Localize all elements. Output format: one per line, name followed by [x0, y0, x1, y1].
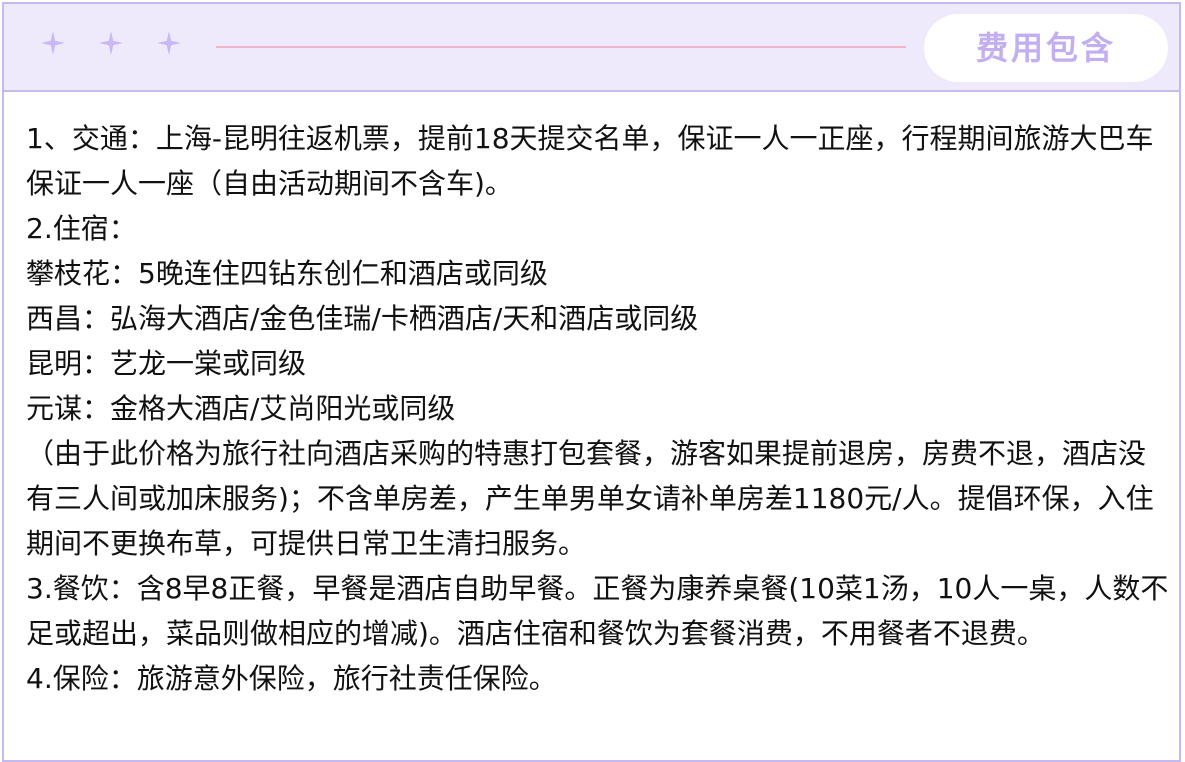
- sparkle-icon: [40, 30, 66, 56]
- paragraph-insurance: 4.保险：旅游意外保险，旅行社责任保险。: [26, 662, 557, 695]
- paragraph-hotel-yuanmou: 元谋：金格大酒店/艾尚阳光或同级: [26, 392, 456, 425]
- fee-includes-card: 费用包含 1、交通：上海-昆明往返机票，提前18天提交名单，保证一人一正座，行程…: [2, 2, 1181, 762]
- sparkle-icon: [156, 30, 182, 56]
- paragraph-hotel-kunming: 昆明：艺龙一棠或同级: [26, 347, 307, 380]
- fee-includes-content: 1、交通：上海-昆明往返机票，提前18天提交名单，保证一人一正座，行程期间旅游大…: [26, 98, 1171, 701]
- paragraph-hotel-xichang: 西昌：弘海大酒店/金色佳瑞/卡栖酒店/天和酒店或同级: [26, 302, 699, 335]
- sparkle-icon: [98, 30, 124, 56]
- section-title: 费用包含: [924, 14, 1168, 82]
- paragraph-hotel-panzhihua: 攀枝花：5晚连住四钻东创仁和酒店或同级: [26, 257, 548, 290]
- header-divider-line: [216, 46, 906, 48]
- paragraph-transport: 1、交通：上海-昆明往返机票，提前18天提交名单，保证一人一正座，行程期间旅游大…: [26, 122, 1154, 200]
- paragraph-meals: 3.餐饮：含8早8正餐，早餐是酒店自助早餐。正餐为康养桌餐(10菜1汤，10人一…: [26, 572, 1169, 650]
- paragraph-accommodation-heading: 2.住宿：: [26, 212, 137, 245]
- card-header: 费用包含: [4, 4, 1179, 92]
- paragraph-hotel-notes: （由于此价格为旅行社向酒店采购的特惠打包套餐，游客如果提前退房，房费不退，酒店没…: [26, 437, 1154, 560]
